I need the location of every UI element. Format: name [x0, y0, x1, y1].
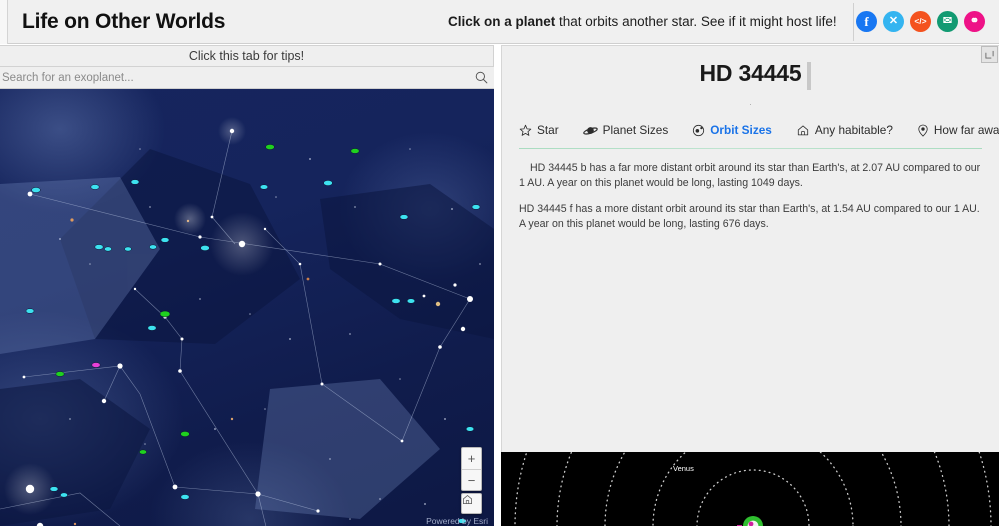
tab-planet-sizes-label: Planet Sizes [602, 123, 669, 137]
tab-star-label: Star [537, 123, 559, 137]
header-instruction-rest: that orbits another star. See if it migh… [555, 14, 837, 29]
search-icon[interactable] [468, 67, 494, 89]
panel-resize-handle[interactable] [981, 46, 998, 63]
planet-system-title: HD 34445 [502, 60, 999, 90]
planet-system-title-text: HD 34445 [699, 60, 802, 86]
star-map-canvas [0, 117, 494, 526]
header-instruction-bold: Click on a planet [448, 14, 556, 29]
twitter-x-icon[interactable]: ✕ [883, 11, 904, 32]
app-root: Life on Other Worlds Click on a planet t… [0, 0, 999, 526]
copy-link-icon[interactable]: ⚭ [964, 11, 985, 32]
orbit-description: HD 34445 b has a far more distant orbit … [502, 149, 999, 232]
home-icon [796, 124, 810, 137]
star-icon [519, 124, 532, 137]
facebook-icon[interactable]: f [856, 11, 877, 32]
app-header: Life on Other Worlds Click on a planet t… [0, 0, 999, 44]
detail-tabs: Star Planet Sizes Orbit Sizes Any habita… [502, 121, 999, 139]
title-subdot: . [749, 97, 752, 107]
title-caret [807, 62, 811, 90]
tab-orbit-sizes[interactable]: Orbit Sizes [692, 121, 772, 139]
header-divider [853, 3, 854, 41]
tab-orbit-sizes-label: Orbit Sizes [710, 123, 772, 137]
star-map[interactable]: + − Powered by Esri [0, 89, 494, 526]
header-instruction: Click on a planet that orbits another st… [448, 14, 837, 29]
tips-tab-label: Click this tab for tips! [188, 49, 305, 63]
ringed-planet-icon [582, 124, 598, 137]
email-icon[interactable]: ✉ [937, 11, 958, 32]
map-pin-icon [917, 124, 929, 137]
orbit-label-venus: Venus [673, 464, 694, 473]
tab-star[interactable]: Star [519, 121, 559, 139]
map-credit: Powered by Esri [426, 516, 488, 526]
tab-how-far-away[interactable]: How far away? [917, 121, 999, 139]
search-bar [0, 67, 494, 89]
page-title: Life on Other Worlds [22, 9, 226, 33]
social-share-row: f ✕ </> ✉ ⚭ [856, 11, 985, 32]
zoom-in-button[interactable]: + [462, 448, 481, 469]
tab-planet-sizes[interactable]: Planet Sizes [582, 121, 669, 139]
zoom-out-button[interactable]: − [462, 469, 481, 490]
orbit-diagram-canvas: Venus [514, 452, 992, 526]
tab-how-far-away-label: How far away? [933, 123, 999, 137]
map-home-button[interactable] [461, 493, 482, 514]
tab-any-habitable[interactable]: Any habitable? [796, 121, 893, 139]
orbit-paragraph-1: HD 34445 b has a far more distant orbit … [519, 162, 981, 190]
home-icon [462, 494, 481, 515]
embed-code-icon[interactable]: </> [910, 11, 931, 32]
orbit-paragraph-2: HD 34445 f has a more distant orbit arou… [519, 203, 980, 231]
tab-any-habitable-label: Any habitable? [814, 123, 893, 137]
orbit-icon [692, 124, 705, 137]
tips-tab[interactable]: Click this tab for tips! [0, 45, 494, 67]
search-input[interactable] [0, 67, 468, 88]
header-left-rail [0, 0, 8, 44]
orbit-diagram[interactable]: Venus [501, 452, 999, 526]
map-zoom-controls: + − [461, 447, 482, 491]
